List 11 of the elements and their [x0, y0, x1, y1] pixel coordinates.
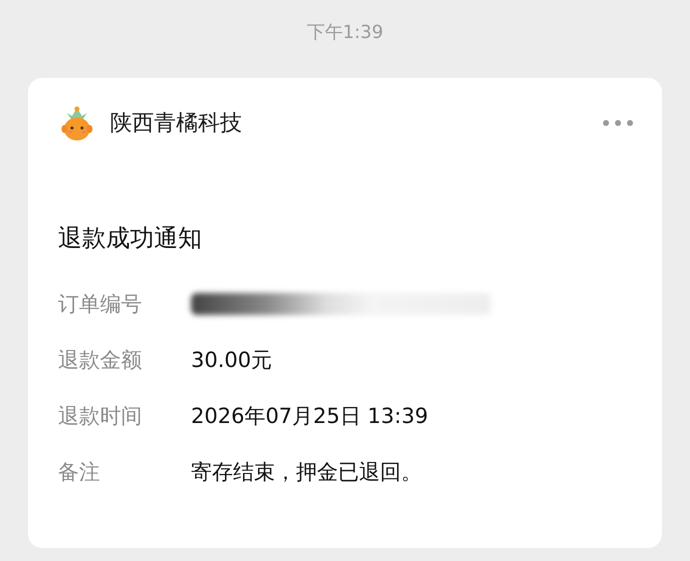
account-name: 陕西青橘科技 — [110, 110, 243, 138]
field-value: 30.00元 — [191, 347, 272, 374]
field-value: 寄存结束，押金已退回。 — [191, 459, 422, 486]
timestamp: 下午1:39 — [306, 21, 384, 45]
notice-title: 退款成功通知 — [58, 223, 203, 254]
field-label: 订单编号 — [58, 291, 143, 318]
field-label: 备注 — [58, 459, 101, 486]
field-value: 2026年07月25日 13:39 — [191, 403, 428, 430]
field-label: 退款金额 — [58, 347, 143, 374]
more-icon[interactable] — [602, 119, 634, 127]
field-label: 退款时间 — [58, 403, 143, 430]
